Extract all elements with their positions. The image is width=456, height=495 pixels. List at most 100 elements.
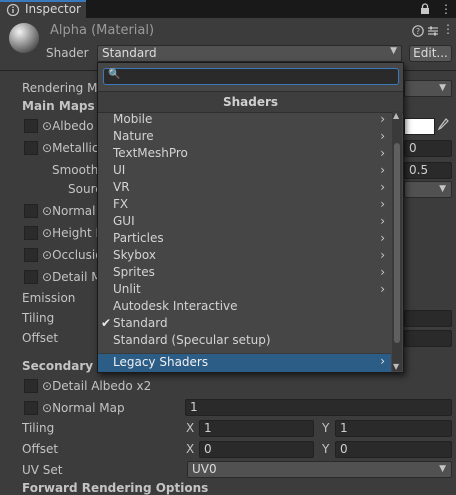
shader-item[interactable]: Skybox › (98, 247, 391, 264)
forward-rendering-heading: Forward Rendering Options (22, 481, 209, 495)
dropdown-arrow-icon: ▼ (390, 46, 397, 56)
albedo-texture-slot[interactable] (24, 119, 38, 133)
popup-scrollbar[interactable]: ▲ ▼ (392, 111, 402, 371)
normal-map2-value-field[interactable]: 1 (185, 399, 452, 416)
shader-item-label: UI (113, 163, 126, 177)
shader-item-label: Unlit (113, 282, 141, 296)
rendering-mode-label: Rendering Mo (22, 81, 105, 95)
chevron-right-icon: › (380, 197, 385, 211)
detail-albedo-texture-slot[interactable] (24, 379, 38, 393)
normal-map2-label-text: Normal Map (52, 401, 125, 415)
shader-selection-popup: 🔍 Shaders Mobile › Nature › TextMeshPro › UI › V… (97, 62, 404, 373)
dropdown-arrow-icon: ▼ (439, 464, 446, 474)
uv-set-dropdown[interactable]: UV0 ▼ (187, 461, 452, 478)
shader-item[interactable]: FX › (98, 196, 391, 213)
kebab-menu-icon[interactable]: ⋮ (442, 22, 454, 36)
tiling-y-field[interactable] (404, 310, 452, 327)
edit-shader-button[interactable]: Edit... (409, 45, 452, 62)
scroll-down-icon[interactable]: ▼ (393, 362, 399, 371)
target-icon: ⊙ (42, 204, 53, 218)
rendering-mode-dropdown[interactable]: ▼ (404, 80, 452, 97)
svg-text:?: ? (416, 27, 420, 36)
shader-item[interactable]: Particles › (98, 230, 391, 247)
albedo-label-text: Albedo (52, 119, 94, 133)
uv-set-label: UV Set (22, 463, 63, 477)
chevron-right-icon: › (380, 112, 385, 126)
shader-item-legacy-shaders[interactable]: Legacy Shaders › (98, 353, 391, 372)
offset2-y-field[interactable]: 0 (335, 441, 452, 458)
dropdown-arrow-icon: ▼ (439, 83, 446, 93)
shader-item[interactable]: Standard (Specular setup) (98, 332, 391, 349)
smoothness-value-field[interactable]: 0.5 (404, 162, 452, 179)
shader-item-label: Standard (113, 316, 168, 330)
lock-icon[interactable] (420, 3, 430, 15)
detail-mask-texture-slot[interactable] (24, 270, 38, 284)
scroll-up-icon[interactable]: ▲ (393, 111, 399, 120)
metallic-value-field[interactable]: 0 (404, 140, 452, 157)
shader-item-label: Legacy Shaders (113, 355, 209, 369)
shader-item[interactable]: Unlit › (98, 281, 391, 298)
offset2-label: Offset (22, 442, 59, 456)
shader-item-label: Autodesk Interactive (113, 299, 238, 313)
tiling2-y-label: Y (322, 421, 330, 435)
chevron-right-icon: › (380, 248, 385, 262)
shader-search-input[interactable]: 🔍 (103, 68, 399, 85)
source-dropdown[interactable]: ▼ (404, 181, 452, 198)
search-icon: 🔍 (108, 69, 121, 80)
normal-map2-texture-slot[interactable] (24, 401, 38, 415)
shader-item[interactable]: TextMeshPro › (98, 145, 391, 162)
target-icon: ⊙ (42, 379, 53, 393)
scrollbar-thumb[interactable] (394, 143, 400, 343)
tiling2-y-field[interactable]: 1 (335, 420, 452, 437)
tiling2-x-field[interactable]: 1 (199, 420, 314, 437)
shader-item[interactable]: Nature › (98, 128, 391, 145)
normal-map-label: ⊙Normal I (42, 204, 103, 218)
chevron-right-icon: › (380, 146, 385, 160)
checkmark-icon: ✔ (101, 316, 112, 330)
height-texture-slot[interactable] (24, 226, 38, 240)
shader-item[interactable]: Sprites › (98, 264, 391, 281)
offset-label: Offset (22, 331, 59, 345)
metallic-label-text: Metallic (52, 141, 99, 155)
offset-y-field[interactable] (404, 330, 452, 347)
chevron-right-icon: › (380, 180, 385, 194)
shader-item[interactable]: GUI › (98, 213, 391, 230)
normal-map2-label: ⊙Normal Map (42, 401, 125, 415)
chevron-right-icon: › (380, 354, 385, 368)
shader-item-label: Sprites (113, 265, 155, 279)
dropdown-arrow-icon: ▼ (439, 184, 446, 194)
shader-item[interactable]: Mobile › (98, 111, 391, 128)
normal-map-label-text: Normal I (52, 204, 103, 218)
kebab-menu-icon[interactable]: ⋮ (440, 2, 452, 16)
presets-icon[interactable] (427, 25, 439, 37)
tiling2-x-label: X (186, 421, 195, 435)
chevron-right-icon: › (380, 282, 385, 296)
metallic-texture-slot[interactable] (24, 141, 38, 155)
shader-item[interactable]: ✔ Standard (98, 315, 391, 332)
normal-texture-slot[interactable] (24, 204, 38, 218)
target-icon: ⊙ (42, 248, 53, 262)
window-tab-bar: Inspector ⋮ (0, 0, 456, 18)
shader-item-label: Nature (113, 129, 154, 143)
shader-item[interactable]: VR › (98, 179, 391, 196)
shader-item[interactable]: UI › (98, 162, 391, 179)
tab-inspector[interactable]: Inspector (0, 0, 86, 18)
albedo-color-swatch[interactable] (404, 118, 435, 135)
eyedropper-icon[interactable] (437, 118, 449, 132)
tab-label: Inspector (25, 2, 81, 16)
offset2-x-field[interactable]: 0 (199, 441, 314, 458)
shader-item[interactable]: Autodesk Interactive (98, 298, 391, 315)
chevron-right-icon: › (380, 214, 385, 228)
shader-item-label: VR (113, 180, 130, 194)
info-icon (6, 4, 20, 16)
shader-label: Shader (46, 46, 89, 60)
occlusion-texture-slot[interactable] (24, 248, 38, 262)
target-icon: ⊙ (42, 270, 53, 284)
main-maps-heading: Main Maps (22, 99, 95, 113)
shader-item-label: Standard (Specular setup) (113, 333, 271, 347)
chevron-right-icon: › (380, 163, 385, 177)
help-icon[interactable]: ? (412, 25, 424, 37)
shader-item-label: FX (113, 197, 129, 211)
tiling-label: Tiling (22, 311, 55, 325)
shader-dropdown[interactable]: Standard ▼ (97, 45, 402, 62)
